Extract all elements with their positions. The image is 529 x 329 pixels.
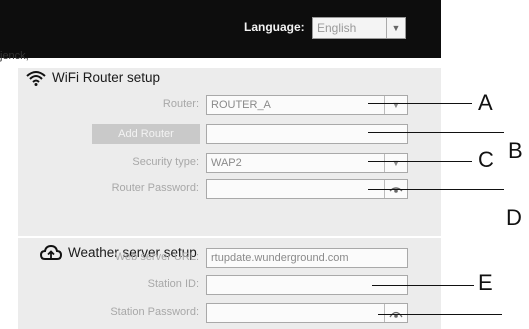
router-label: Router: xyxy=(162,98,199,110)
language-label: Language: xyxy=(244,20,305,34)
callout-line-b xyxy=(368,132,504,133)
station-id-label: Station ID: xyxy=(147,278,199,290)
callout-line-d xyxy=(368,189,504,190)
station-password-input[interactable] xyxy=(206,303,408,323)
cloud-upload-icon xyxy=(39,245,63,261)
add-router-button[interactable]: Add Router xyxy=(92,124,200,144)
wifi-section-title: WiFi Router setup xyxy=(26,70,161,87)
callout-line-c xyxy=(368,161,472,162)
language-value: English xyxy=(317,21,357,35)
security-type-select[interactable]: WAP2 ▼ xyxy=(206,153,408,173)
wifi-icon xyxy=(26,71,46,87)
router-password-label: Router Password: xyxy=(111,182,199,194)
callout-line-f xyxy=(378,314,502,315)
callout-b: B xyxy=(508,138,523,163)
wifi-section-title-text: WiFi Router setup xyxy=(52,70,161,85)
wifi-setup-panel xyxy=(18,68,441,236)
eye-icon[interactable] xyxy=(384,304,407,322)
chevron-down-icon: ▼ xyxy=(386,18,405,38)
top-bar: Language: English ▼ xyxy=(0,0,441,58)
callout-line-e xyxy=(372,285,474,286)
security-type-label: Security type: xyxy=(132,156,199,168)
router-value: ROUTER_A xyxy=(211,99,271,111)
language-select[interactable]: English ▼ xyxy=(312,17,406,39)
chevron-down-icon: ▼ xyxy=(384,154,407,172)
router-select[interactable]: ROUTER_A ▼ xyxy=(206,95,408,115)
callout-c: C xyxy=(478,147,494,172)
callout-a: A xyxy=(478,90,493,115)
security-type-value: WAP2 xyxy=(211,157,242,169)
corner-text: jenck, xyxy=(0,50,29,62)
web-server-url-label: Web server URL: xyxy=(114,251,199,263)
station-password-label: Station Password: xyxy=(110,306,199,318)
chevron-down-icon: ▼ xyxy=(384,96,407,114)
add-router-input[interactable] xyxy=(206,124,408,144)
callout-line-a xyxy=(368,103,472,104)
web-server-url-input[interactable]: rtupdate.wunderground.com xyxy=(206,248,408,268)
callout-d: D xyxy=(506,205,522,230)
web-server-url-value: rtupdate.wunderground.com xyxy=(211,252,349,264)
callout-e: E xyxy=(478,270,493,295)
